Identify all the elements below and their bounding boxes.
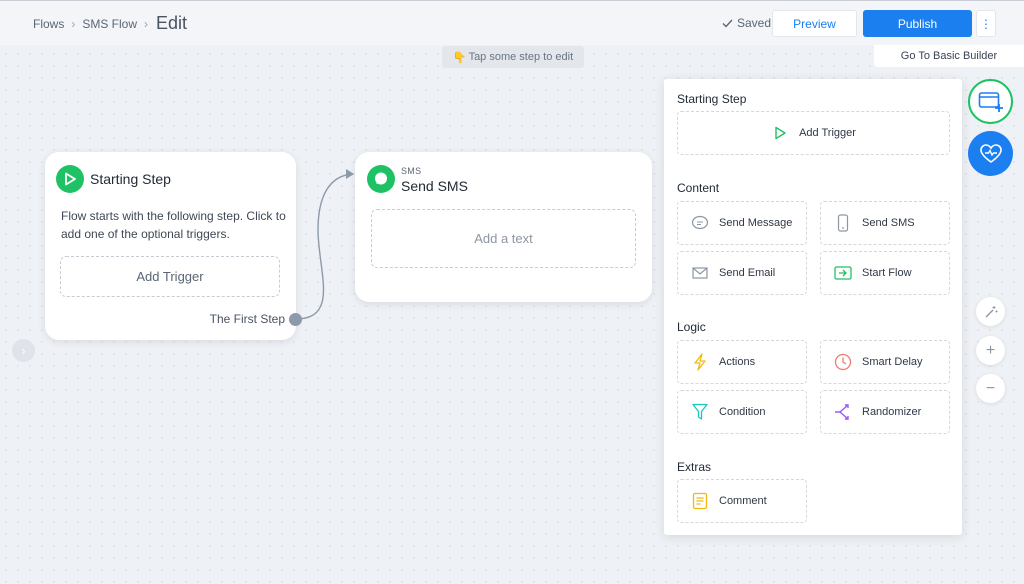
- start-flow-icon: [834, 264, 852, 282]
- step-palette-panel: Starting Step Add Trigger Content Send M…: [664, 79, 962, 535]
- chevron-right-icon: ›: [144, 16, 149, 31]
- edit-hint-text: Tap some step to edit: [468, 51, 574, 63]
- palette-start-flow-label: Start Flow: [862, 267, 912, 279]
- expand-sidebar-button[interactable]: ›: [12, 339, 35, 362]
- phone-icon: [834, 214, 852, 232]
- checkmark-icon: [722, 19, 733, 28]
- section-starting-step: Starting Step: [677, 92, 747, 106]
- chat-bubble-icon: [691, 214, 709, 232]
- breadcrumb-sms-flow[interactable]: SMS Flow: [82, 17, 137, 31]
- preview-button[interactable]: Preview: [772, 10, 857, 37]
- minus-icon: −: [985, 379, 996, 397]
- palette-add-trigger[interactable]: Add Trigger: [677, 111, 950, 155]
- palette-comment-label: Comment: [719, 495, 767, 507]
- palette-randomizer[interactable]: Randomizer: [820, 390, 950, 434]
- auto-arrange-button[interactable]: [976, 297, 1005, 326]
- palette-smart-delay[interactable]: Smart Delay: [820, 340, 950, 384]
- lightning-icon: [691, 353, 709, 371]
- starting-step-card[interactable]: Starting Step Flow starts with the follo…: [45, 152, 296, 340]
- publish-button[interactable]: Publish: [863, 10, 972, 37]
- more-options-button[interactable]: ⋮: [976, 10, 996, 37]
- sms-card-title: Send SMS: [401, 178, 468, 194]
- comment-icon: [691, 492, 709, 510]
- play-icon: [56, 165, 84, 193]
- add-step-button[interactable]: [968, 79, 1013, 124]
- palette-send-sms[interactable]: Send SMS: [820, 201, 950, 245]
- palette-smart-delay-label: Smart Delay: [862, 356, 923, 368]
- breadcrumb: Flows › SMS Flow › Edit: [33, 13, 187, 34]
- palette-send-message-label: Send Message: [719, 217, 793, 229]
- breadcrumb-flows[interactable]: Flows: [33, 17, 64, 31]
- palette-send-email[interactable]: Send Email: [677, 251, 807, 295]
- edit-hint: 👇 Tap some step to edit: [442, 46, 584, 68]
- palette-send-sms-label: Send SMS: [862, 217, 915, 229]
- top-bar: Flows › SMS Flow › Edit Saved Preview Pu…: [0, 0, 1024, 45]
- save-status: Saved: [722, 16, 771, 30]
- split-icon: [834, 403, 852, 421]
- add-trigger-button[interactable]: Add Trigger: [60, 256, 280, 297]
- flow-health-button[interactable]: [968, 131, 1013, 176]
- magic-wand-icon: [985, 305, 997, 317]
- palette-start-flow[interactable]: Start Flow: [820, 251, 950, 295]
- filter-icon: [691, 403, 709, 421]
- basic-builder-link[interactable]: Go To Basic Builder: [874, 45, 1024, 67]
- send-sms-card[interactable]: SMS Send SMS Add a text: [355, 152, 652, 302]
- play-outline-icon: [771, 124, 789, 142]
- saved-label: Saved: [737, 16, 772, 30]
- palette-comment[interactable]: Comment: [677, 479, 807, 523]
- palette-actions[interactable]: Actions: [677, 340, 807, 384]
- palette-send-email-label: Send Email: [719, 267, 776, 279]
- palette-actions-label: Actions: [719, 356, 756, 368]
- plus-icon: +: [985, 341, 996, 359]
- zoom-out-button[interactable]: −: [976, 374, 1005, 403]
- section-logic: Logic: [677, 320, 706, 334]
- section-content: Content: [677, 181, 720, 195]
- palette-send-message[interactable]: Send Message: [677, 201, 807, 245]
- palette-add-trigger-label: Add Trigger: [799, 127, 856, 139]
- add-card-icon: [978, 91, 1003, 112]
- connection-port[interactable]: [289, 313, 302, 326]
- palette-condition-label: Condition: [719, 406, 766, 418]
- starting-step-description: Flow starts with the following step. Cli…: [61, 209, 286, 241]
- palette-randomizer-label: Randomizer: [862, 406, 922, 418]
- page-title: Edit: [156, 13, 188, 33]
- clock-icon: [834, 353, 852, 371]
- palette-condition[interactable]: Condition: [677, 390, 807, 434]
- sms-card-subtitle: SMS: [401, 166, 422, 176]
- first-step-label: The First Step: [209, 312, 285, 326]
- zoom-in-button[interactable]: +: [976, 336, 1005, 365]
- section-extras: Extras: [677, 460, 712, 474]
- pointing-hand-icon: 👇: [452, 51, 467, 64]
- envelope-icon: [691, 264, 709, 282]
- chevron-right-icon: ›: [21, 343, 26, 358]
- starting-step-title: Starting Step: [90, 171, 171, 187]
- chevron-right-icon: ›: [71, 16, 76, 31]
- sms-bubble-icon: [367, 165, 395, 193]
- heart-pulse-icon: [979, 143, 1002, 163]
- add-text-button[interactable]: Add a text: [371, 209, 636, 268]
